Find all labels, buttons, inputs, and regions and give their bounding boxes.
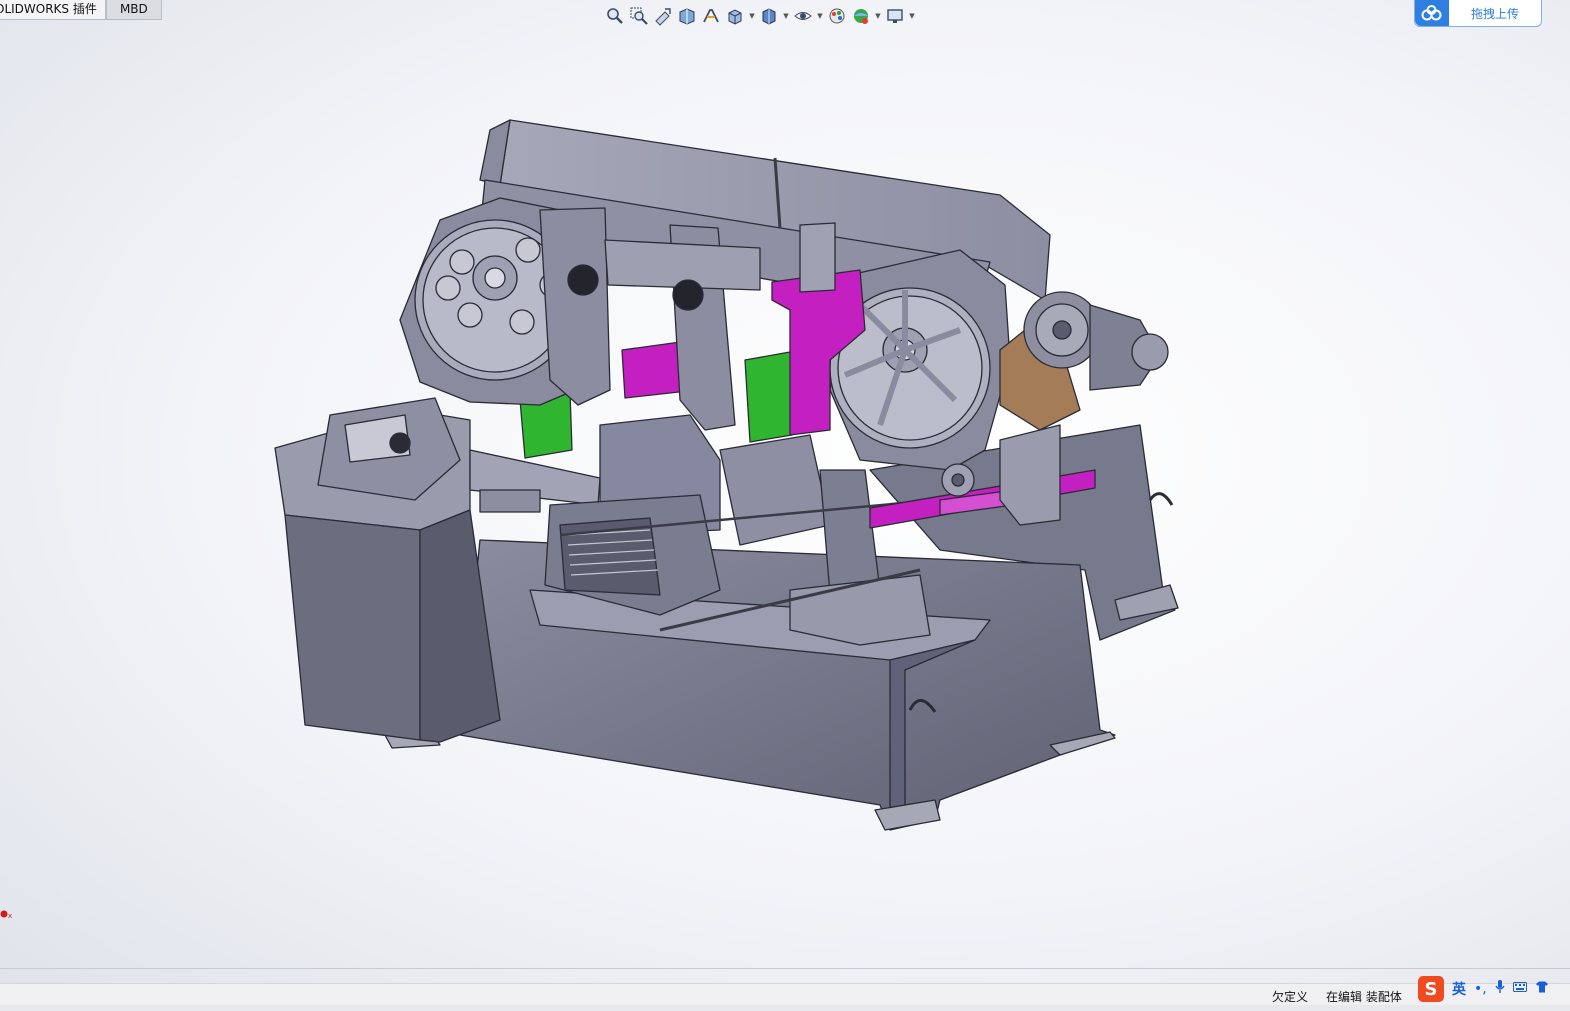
zoom-to-fit-icon[interactable] <box>604 5 626 27</box>
band-saw-model <box>274 119 1179 831</box>
zoom-area-icon[interactable] <box>628 5 650 27</box>
view-orientation-dropdown[interactable]: ▼ <box>748 5 756 27</box>
microphone-icon[interactable] <box>1495 980 1505 998</box>
view-settings-dropdown[interactable]: ▼ <box>908 5 916 27</box>
ime-language-toggle[interactable]: 英 <box>1452 979 1466 999</box>
coordinate-origin-icon: x <box>0 908 14 920</box>
status-separator <box>0 968 1570 969</box>
previous-view-icon[interactable] <box>652 5 674 27</box>
tab-mbd[interactable]: MBD <box>105 0 162 20</box>
edit-appearance-icon[interactable] <box>826 5 848 27</box>
view-settings-icon[interactable] <box>884 5 906 27</box>
status-bar: 欠定义 在编辑 装配体 <box>0 983 1570 1006</box>
taskbar-strip <box>0 1005 1570 1011</box>
display-style-icon[interactable] <box>758 5 780 27</box>
upload-label: 拖拽上传 <box>1470 6 1519 21</box>
section-view-icon[interactable] <box>676 5 698 27</box>
ime-punctuation-icon[interactable]: •, <box>1474 981 1487 997</box>
sogou-logo-icon[interactable]: S <box>1418 976 1444 1002</box>
status-under-defined: 欠定义 <box>1272 990 1309 1004</box>
heads-up-view-toolbar: ▼ ▼ ▼ ▼ ▼ <box>604 4 916 28</box>
upload-widget[interactable]: 拖拽上传 <box>1414 0 1542 27</box>
ime-toolbar: S 英 •, <box>1418 974 1549 1004</box>
hide-show-dropdown[interactable]: ▼ <box>816 5 824 27</box>
keyboard-icon[interactable] <box>1512 981 1527 997</box>
skin-shirt-icon[interactable] <box>1535 981 1549 997</box>
apply-scene-icon[interactable] <box>850 5 872 27</box>
status-editing-assembly: 在编辑 装配体 <box>1326 990 1402 1004</box>
display-style-dropdown[interactable]: ▼ <box>782 5 790 27</box>
graphics-area[interactable] <box>0 30 1570 968</box>
dynamic-annotation-icon[interactable] <box>700 5 722 27</box>
view-orientation-icon[interactable] <box>724 5 746 27</box>
hide-show-icon[interactable] <box>792 5 814 27</box>
command-manager-tabs: OLIDWORKS 插件 MBD <box>0 0 162 20</box>
svg-text:x: x <box>8 912 12 919</box>
apply-scene-dropdown[interactable]: ▼ <box>874 5 882 27</box>
tab-solidworks-addins[interactable]: OLIDWORKS 插件 <box>0 0 106 20</box>
cloud-icon <box>1415 0 1449 26</box>
